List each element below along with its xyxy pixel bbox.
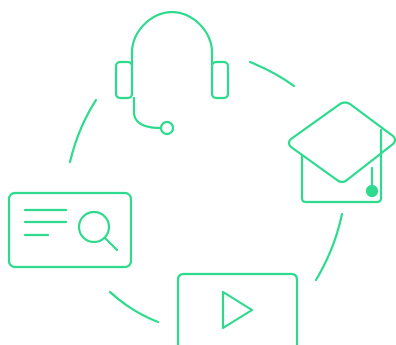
illustration	[0, 0, 396, 345]
headset-right-ear	[210, 60, 230, 100]
headset-mic	[159, 120, 175, 136]
arc-right	[314, 212, 344, 282]
cap-board	[287, 101, 396, 184]
arc-bottom-left	[108, 290, 160, 324]
arc-left	[68, 98, 98, 164]
video-frame	[176, 272, 299, 345]
support-learning-cycle-illustration	[7, 10, 396, 345]
headset-left-ear	[114, 60, 134, 100]
arc-top-right	[248, 60, 296, 88]
play-triangle	[221, 290, 254, 330]
magnifier-handle	[103, 236, 119, 252]
headset-band	[130, 10, 214, 67]
headset-mic-arm	[132, 96, 162, 130]
document-search-icon	[7, 191, 133, 269]
document-card	[7, 191, 133, 269]
video-play-icon	[176, 272, 299, 345]
graduation-cap-icon	[287, 101, 396, 204]
headset-icon	[114, 10, 230, 136]
cap-tassel-end	[365, 184, 379, 198]
